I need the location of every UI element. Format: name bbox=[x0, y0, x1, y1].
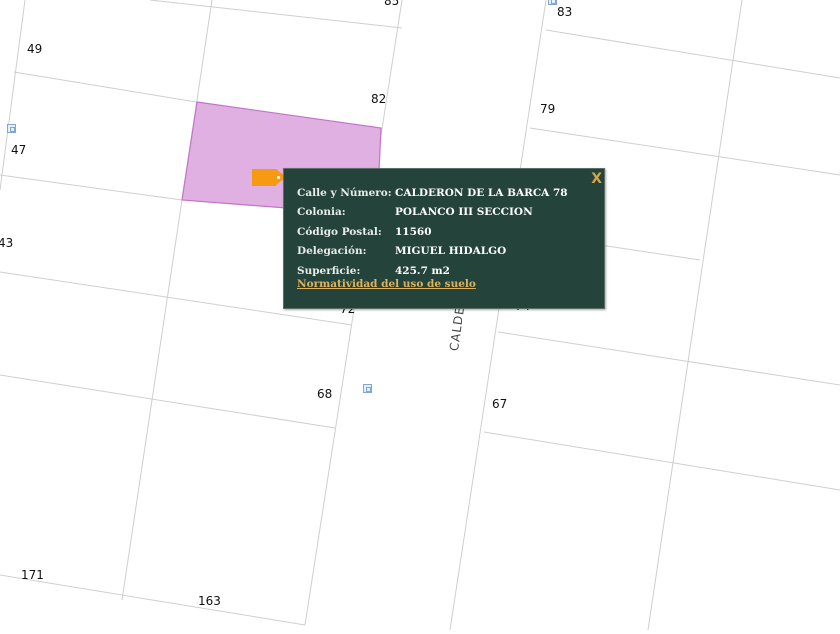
map-marker-icon[interactable] bbox=[548, 0, 557, 5]
lot-number: 82 bbox=[371, 92, 387, 106]
lot-number: 79 bbox=[540, 102, 556, 116]
lot-number: 171 bbox=[21, 568, 44, 582]
postal-code-row: Código Postal: 11560 bbox=[297, 220, 568, 239]
lot-number: 163 bbox=[198, 594, 221, 608]
area-value: 425.7 m2 bbox=[395, 264, 450, 277]
map-marker-icon[interactable] bbox=[363, 384, 372, 393]
area-row: Superficie: 425.7 m2 bbox=[297, 259, 568, 278]
lot-number: 49 bbox=[27, 42, 43, 56]
lot-number: 67 bbox=[492, 397, 508, 411]
lot-number: 68 bbox=[317, 387, 333, 401]
borough-value: MIGUEL HIDALGO bbox=[395, 245, 507, 258]
lot-number: 85 bbox=[384, 0, 400, 8]
address-value: CALDERON DE LA BARCA 78 bbox=[395, 187, 568, 199]
lot-number: 83 bbox=[557, 5, 573, 19]
lot-number: 43 bbox=[0, 236, 14, 250]
parcel-info-popup: X Calle y Número: CALDERON DE LA BARCA 78… bbox=[283, 168, 605, 309]
borough-row: Delegación: MIGUEL HIDALGO bbox=[297, 239, 568, 258]
address-row: Calle y Número: CALDERON DE LA BARCA 78 bbox=[297, 181, 568, 200]
neighborhood-row: Colonia: POLANCO III SECCION bbox=[297, 200, 568, 219]
land-use-link[interactable]: Normatividad del uso de suelo bbox=[297, 278, 476, 290]
popup-pointer-icon bbox=[252, 169, 286, 186]
lot-number: 47 bbox=[11, 143, 27, 157]
parcel-details: Calle y Número: CALDERON DE LA BARCA 78 C… bbox=[297, 181, 568, 278]
map-view[interactable]: 85 83 49 82 79 47 78 43 72 74 68 67 171 … bbox=[0, 0, 840, 631]
map-marker-icon[interactable] bbox=[7, 124, 16, 133]
neighborhood-value: POLANCO III SECCION bbox=[395, 206, 533, 219]
postal-code-value: 11560 bbox=[395, 225, 432, 238]
close-button[interactable]: X bbox=[591, 171, 602, 187]
map-canvas[interactable] bbox=[0, 0, 840, 631]
lot-boundaries bbox=[0, 0, 840, 631]
